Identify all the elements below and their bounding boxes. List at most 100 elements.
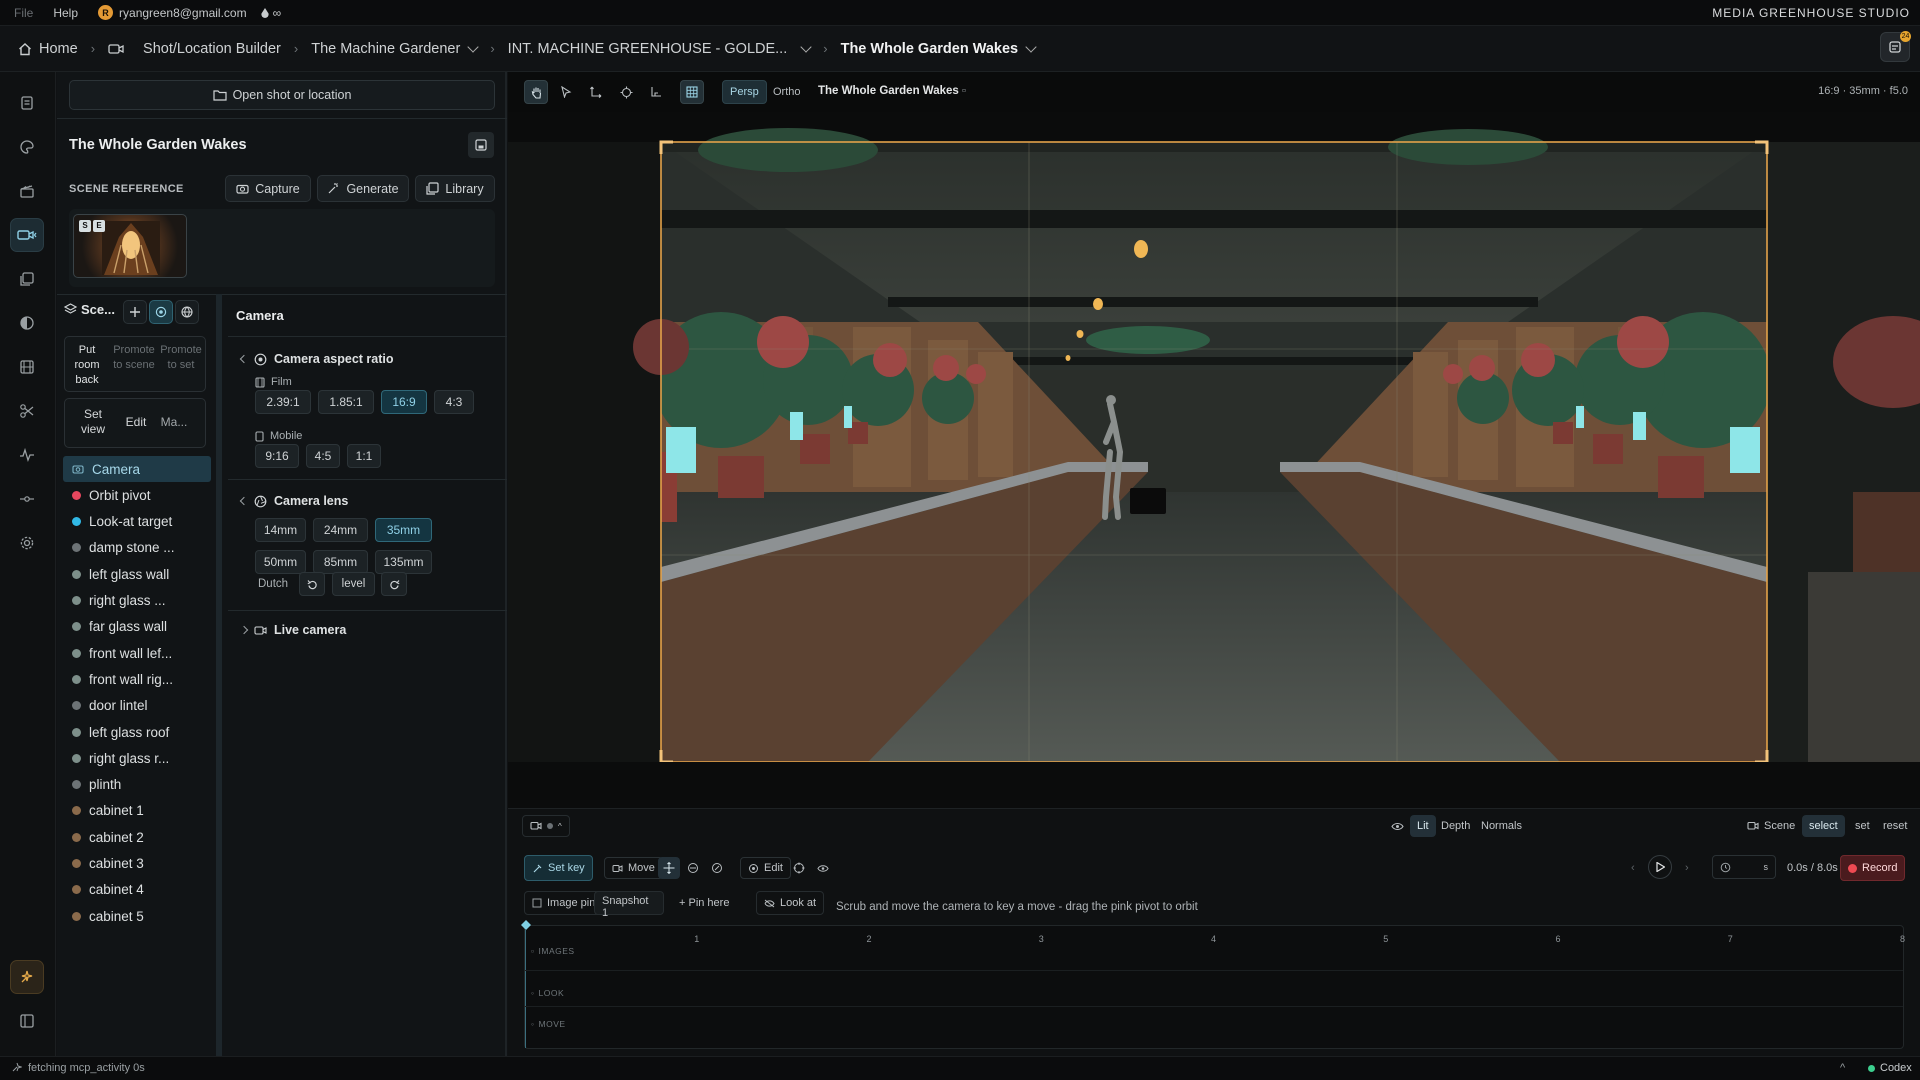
rail-activity[interactable]: [10, 438, 44, 472]
select-tool[interactable]: [554, 80, 578, 104]
option-chip[interactable]: 9:16: [255, 444, 299, 468]
option-chip[interactable]: 16:9: [381, 390, 427, 414]
option-chip[interactable]: 135mm: [375, 550, 432, 574]
rotate-tool[interactable]: [614, 80, 638, 104]
edit-mode-button[interactable]: Edit: [740, 857, 791, 879]
add-object-button[interactable]: [123, 300, 147, 324]
timeline-track-area[interactable]: 12345678 ▫ IMAGES ◦ LOOK ◦ MOVE: [521, 920, 1905, 1049]
breadcrumb-home[interactable]: Home: [18, 41, 78, 57]
outliner-row[interactable]: left glass wall: [63, 561, 211, 587]
edit-view-button[interactable]: Edit: [119, 415, 153, 429]
put-room-back-button[interactable]: Put room back: [65, 343, 109, 388]
outliner-row[interactable]: cabinet 5: [63, 903, 211, 929]
hand-tool[interactable]: [524, 80, 548, 104]
aspect-ratio-header[interactable]: Camera aspect ratio: [239, 352, 394, 366]
render-mode-depth[interactable]: Depth: [1434, 815, 1477, 837]
open-shot-button[interactable]: Open shot or location: [69, 80, 495, 110]
rail-ai-assist[interactable]: [10, 960, 44, 994]
orbit-mode-button[interactable]: [682, 857, 704, 879]
outliner-row[interactable]: cabinet 2: [63, 824, 211, 850]
rail-settings[interactable]: [10, 526, 44, 560]
outliner-row[interactable]: right glass r...: [63, 745, 211, 771]
scene-select-button[interactable]: select: [1802, 815, 1845, 837]
menu-file[interactable]: File: [14, 6, 33, 20]
codex-label[interactable]: Codex: [1880, 1062, 1912, 1074]
prev-key-button[interactable]: ‹: [1624, 857, 1642, 879]
menu-help[interactable]: Help: [53, 6, 78, 20]
world-mode-button[interactable]: [175, 300, 199, 324]
live-camera-header[interactable]: Live camera: [239, 623, 346, 637]
breadcrumb-builder[interactable]: Shot/Location Builder: [108, 41, 281, 57]
outliner-row[interactable]: Look-at target: [63, 509, 211, 535]
rail-camera[interactable]: [10, 218, 44, 252]
rail-film[interactable]: [10, 350, 44, 384]
outliner-row[interactable]: door lintel: [63, 693, 211, 719]
outliner-row[interactable]: right glass ...: [63, 588, 211, 614]
scene-reset-button[interactable]: reset: [1876, 815, 1914, 837]
translate-mode-button[interactable]: [658, 857, 680, 879]
outliner-row[interactable]: far glass wall: [63, 614, 211, 640]
move-tool[interactable]: [584, 80, 608, 104]
preview-button[interactable]: [812, 857, 834, 879]
render-mode-normals[interactable]: Normals: [1474, 815, 1529, 837]
generate-button[interactable]: Generate: [317, 175, 409, 202]
rail-gallery[interactable]: [10, 262, 44, 296]
option-chip[interactable]: 35mm: [375, 518, 432, 542]
playhead[interactable]: [520, 919, 532, 931]
scene-camera-toggle[interactable]: Scene: [1740, 815, 1802, 837]
promote-to-set-button[interactable]: Promote to set: [159, 343, 203, 373]
3d-stage[interactable]: [508, 112, 1920, 808]
promote-to-scene-button[interactable]: Promote to scene: [112, 343, 156, 373]
persp-toggle[interactable]: Persp: [722, 80, 767, 104]
next-key-button[interactable]: ›: [1678, 857, 1696, 879]
more-view-button[interactable]: Ma...: [157, 415, 191, 429]
option-chip[interactable]: 4:3: [434, 390, 474, 414]
outliner-header[interactable]: Sce...: [64, 302, 115, 317]
rail-collapse[interactable]: [10, 1004, 44, 1038]
roll-mode-button[interactable]: [706, 857, 728, 879]
play-button[interactable]: [1648, 855, 1672, 879]
set-view-button[interactable]: Set view: [71, 407, 115, 437]
breadcrumb-project[interactable]: The Machine Gardener: [311, 41, 479, 57]
visibility-button[interactable]: [1384, 815, 1411, 837]
scene-mode-button[interactable]: [149, 300, 173, 324]
viewport-options-button[interactable]: ^: [522, 815, 570, 837]
rail-characters[interactable]: [10, 130, 44, 164]
outliner-row[interactable]: cabinet 1: [63, 798, 211, 824]
outliner-row[interactable]: Camera: [63, 456, 211, 482]
option-chip[interactable]: 1.85:1: [318, 390, 374, 414]
chevron-up-icon[interactable]: ^: [1840, 1062, 1845, 1074]
move-mode-button[interactable]: Move: [604, 857, 663, 879]
breadcrumb-location[interactable]: INT. MACHINE GREENHOUSE - GOLDE...: [508, 41, 812, 57]
render-mode-lit[interactable]: Lit: [1410, 815, 1436, 837]
rail-timeline[interactable]: [10, 482, 44, 516]
outliner-row[interactable]: cabinet 4: [63, 877, 211, 903]
image-pin-button[interactable]: Image pin: [524, 891, 604, 915]
record-button[interactable]: Record: [1840, 855, 1906, 881]
dutch-level-button[interactable]: level: [332, 572, 375, 596]
option-chip[interactable]: 14mm: [255, 518, 306, 542]
library-button[interactable]: Library: [415, 175, 495, 202]
option-chip[interactable]: 85mm: [313, 550, 368, 574]
pin-here-button[interactable]: + Pin here: [672, 892, 736, 914]
rail-cut[interactable]: [10, 394, 44, 428]
ortho-toggle[interactable]: Ortho: [766, 80, 808, 104]
option-chip[interactable]: 1:1: [347, 444, 381, 468]
viewport-shot-title[interactable]: The Whole Garden Wakes ▫: [818, 85, 966, 97]
outliner-row[interactable]: front wall lef...: [63, 640, 211, 666]
scene-set-button[interactable]: set: [1848, 815, 1877, 837]
breadcrumb-shot[interactable]: The Whole Garden Wakes: [841, 41, 1037, 57]
dutch-rotate-left-button[interactable]: [299, 572, 325, 596]
duration-field[interactable]: s: [1712, 855, 1776, 879]
account-menu[interactable]: R ryangreen8@gmail.com: [98, 5, 247, 20]
outliner-row[interactable]: Orbit pivot: [63, 482, 211, 508]
set-key-button[interactable]: Set key: [524, 855, 593, 881]
scale-tool[interactable]: [644, 80, 668, 104]
grid-toggle[interactable]: [680, 80, 704, 104]
rail-shots[interactable]: [10, 174, 44, 208]
snapshot-select[interactable]: Snapshot 1: [594, 891, 664, 919]
rail-script[interactable]: [10, 86, 44, 120]
option-chip[interactable]: 50mm: [255, 550, 306, 574]
notifications-button[interactable]: 24: [1880, 31, 1911, 62]
option-chip[interactable]: 2.39:1: [255, 390, 311, 414]
